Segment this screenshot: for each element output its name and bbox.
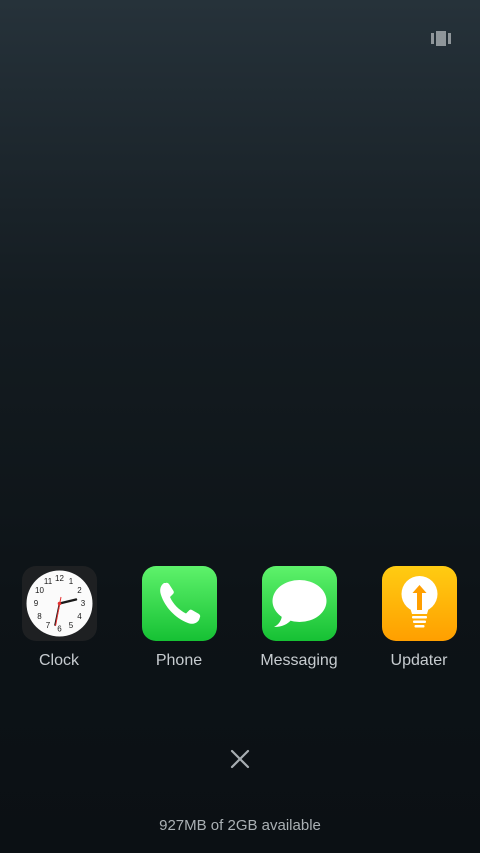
app-tile-clock[interactable]: 12 1 2 3 4 5 6 7 8 9 10 11 Clock xyxy=(4,566,114,676)
clock-number-3: 3 xyxy=(81,599,86,608)
clock-number-8: 8 xyxy=(37,612,42,621)
phone-icon xyxy=(142,566,217,641)
clock-number-10: 10 xyxy=(35,586,44,595)
app-label-messaging: Messaging xyxy=(260,652,338,669)
clock-number-5: 5 xyxy=(69,621,74,630)
clock-number-6: 6 xyxy=(57,625,62,634)
clock-number-7: 7 xyxy=(46,621,51,630)
app-tile-phone[interactable]: Phone xyxy=(124,566,234,676)
clock-number-11: 11 xyxy=(44,577,53,586)
app-label-phone: Phone xyxy=(155,652,203,669)
clock-number-9: 9 xyxy=(34,599,39,608)
layout-toggle-button[interactable] xyxy=(431,31,451,46)
app-label-clock: Clock xyxy=(38,652,79,669)
recent-apps-row: 12 1 2 3 4 5 6 7 8 9 10 11 Clock Phone M… xyxy=(0,566,480,676)
clock-number-1: 1 xyxy=(69,577,74,586)
close-icon xyxy=(230,749,250,769)
app-tile-messaging[interactable]: Messaging xyxy=(244,566,354,676)
app-label-updater: Updater xyxy=(390,652,448,669)
clock-number-12: 12 xyxy=(55,574,64,583)
close-all-button[interactable] xyxy=(225,744,255,774)
app-tile-updater[interactable]: Updater xyxy=(364,566,474,676)
memory-status-text: 927MB of 2GB available xyxy=(159,817,321,834)
lightbulb-arrow-icon xyxy=(382,566,457,641)
clock-icon: 12 1 2 3 4 5 6 7 8 9 10 11 xyxy=(22,566,97,641)
cards-layout-icon xyxy=(431,31,451,46)
clock-number-2: 2 xyxy=(77,586,82,595)
clock-number-4: 4 xyxy=(77,612,82,621)
message-bubble-icon xyxy=(262,566,337,641)
